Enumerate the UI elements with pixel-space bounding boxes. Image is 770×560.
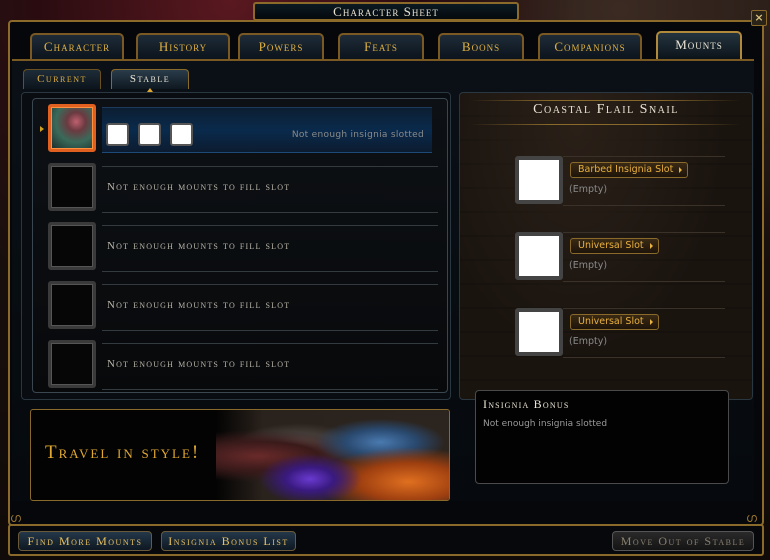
tab-history[interactable]: History bbox=[136, 33, 230, 59]
empty-slot-text: Not enough mounts to fill slot bbox=[107, 299, 291, 311]
title-divider bbox=[470, 124, 740, 125]
stable-row-empty: Not enough mounts to fill slot bbox=[48, 163, 438, 215]
slot-content: (Empty) bbox=[569, 184, 608, 195]
insignia-slot-box[interactable] bbox=[515, 232, 563, 280]
empty-mount-slot bbox=[48, 163, 96, 211]
slot-type-label: Barbed Insignia Slot bbox=[578, 164, 674, 175]
slot-type-button[interactable]: Universal Slot bbox=[570, 238, 659, 254]
tab-feats[interactable]: Feats bbox=[338, 33, 424, 59]
find-more-mounts-button[interactable]: Find More Mounts bbox=[18, 531, 152, 551]
slot-divider bbox=[563, 281, 725, 282]
tab-powers[interactable]: Powers bbox=[238, 33, 324, 59]
close-button[interactable]: × bbox=[751, 10, 767, 26]
empty-slot-text: Not enough mounts to fill slot bbox=[107, 358, 291, 370]
promo-banner[interactable]: Travel in style! bbox=[30, 409, 450, 501]
row-divider bbox=[102, 389, 438, 390]
slot-type-label: Universal Slot bbox=[578, 240, 644, 251]
row-divider bbox=[102, 330, 438, 331]
mounts-artwork-image bbox=[216, 410, 449, 500]
slot-divider bbox=[563, 232, 725, 233]
slot-type-label: Universal Slot bbox=[578, 316, 644, 327]
row-divider bbox=[102, 212, 438, 213]
insignia-slot-3: Universal Slot (Empty) bbox=[515, 308, 725, 358]
insignia-bonus-title: Insignia Bonus bbox=[483, 397, 570, 411]
selected-indicator-icon bbox=[40, 126, 44, 132]
subtab-current[interactable]: Current bbox=[23, 69, 101, 89]
play-arrow-icon bbox=[649, 243, 653, 249]
row-divider bbox=[102, 271, 438, 272]
empty-mount-slot bbox=[48, 340, 96, 388]
insignia-status: Not enough insignia slotted bbox=[291, 130, 424, 140]
insignia-mini-slot-3[interactable] bbox=[170, 123, 193, 146]
slot-divider bbox=[563, 357, 725, 358]
slot-type-button[interactable]: Barbed Insignia Slot bbox=[570, 162, 689, 178]
mount-portrait-snail-icon[interactable] bbox=[48, 104, 96, 152]
title-divider bbox=[470, 100, 740, 101]
insignia-slot-box[interactable] bbox=[515, 308, 563, 356]
slot-type-button[interactable]: Universal Slot bbox=[570, 314, 659, 330]
play-arrow-icon bbox=[649, 319, 653, 325]
play-arrow-icon bbox=[679, 167, 683, 173]
tab-mounts[interactable]: Mounts bbox=[656, 31, 742, 60]
empty-slot-text: Not enough mounts to fill slot bbox=[107, 240, 291, 252]
slot-content: (Empty) bbox=[569, 336, 608, 347]
slot-divider bbox=[563, 205, 725, 206]
stable-row-selected[interactable]: Not enough insignia slotted bbox=[48, 104, 438, 156]
stable-row-empty: Not enough mounts to fill slot bbox=[48, 281, 438, 333]
subtab-stable-label: Stable bbox=[129, 73, 171, 85]
insignia-slot-1: Barbed Insignia Slot (Empty) bbox=[515, 156, 725, 206]
row-divider bbox=[102, 225, 438, 226]
insignia-slot-box[interactable] bbox=[515, 156, 563, 204]
window-title: Character Sheet bbox=[253, 2, 519, 21]
move-out-of-stable-button[interactable]: Move Out of Stable bbox=[612, 531, 754, 551]
row-divider bbox=[102, 343, 438, 344]
main-tabs: Character History Powers Feats Boons Com… bbox=[30, 31, 742, 60]
empty-slot-text: Not enough mounts to fill slot bbox=[107, 181, 291, 193]
subtab-stable[interactable]: Stable bbox=[111, 69, 189, 92]
tab-boons[interactable]: Boons bbox=[438, 33, 524, 59]
empty-mount-slot bbox=[48, 281, 96, 329]
insignia-bonus-list-button[interactable]: Insignia Bonus List bbox=[161, 531, 296, 551]
row-divider bbox=[102, 284, 438, 285]
banner-text: Travel in style! bbox=[45, 442, 201, 463]
slot-divider bbox=[563, 156, 725, 157]
empty-mount-slot bbox=[48, 222, 96, 270]
tab-character[interactable]: Character bbox=[30, 33, 124, 59]
insignia-bonus-box: Insignia Bonus Not enough insignia slott… bbox=[475, 390, 729, 484]
slot-content: (Empty) bbox=[569, 260, 608, 271]
stable-row-empty: Not enough mounts to fill slot bbox=[48, 222, 438, 274]
close-x-icon: × bbox=[754, 11, 764, 24]
mount-name: Coastal Flail Snail bbox=[533, 102, 679, 117]
insignia-bonus-text: Not enough insignia slotted bbox=[483, 419, 608, 429]
row-divider bbox=[102, 166, 438, 167]
insignia-mini-slot-2[interactable] bbox=[138, 123, 161, 146]
stable-row-empty: Not enough mounts to fill slot bbox=[48, 340, 438, 392]
insignia-mini-slot-1[interactable] bbox=[106, 123, 129, 146]
tab-companions[interactable]: Companions bbox=[538, 33, 642, 59]
slot-divider bbox=[563, 308, 725, 309]
insignia-slot-2: Universal Slot (Empty) bbox=[515, 232, 725, 282]
